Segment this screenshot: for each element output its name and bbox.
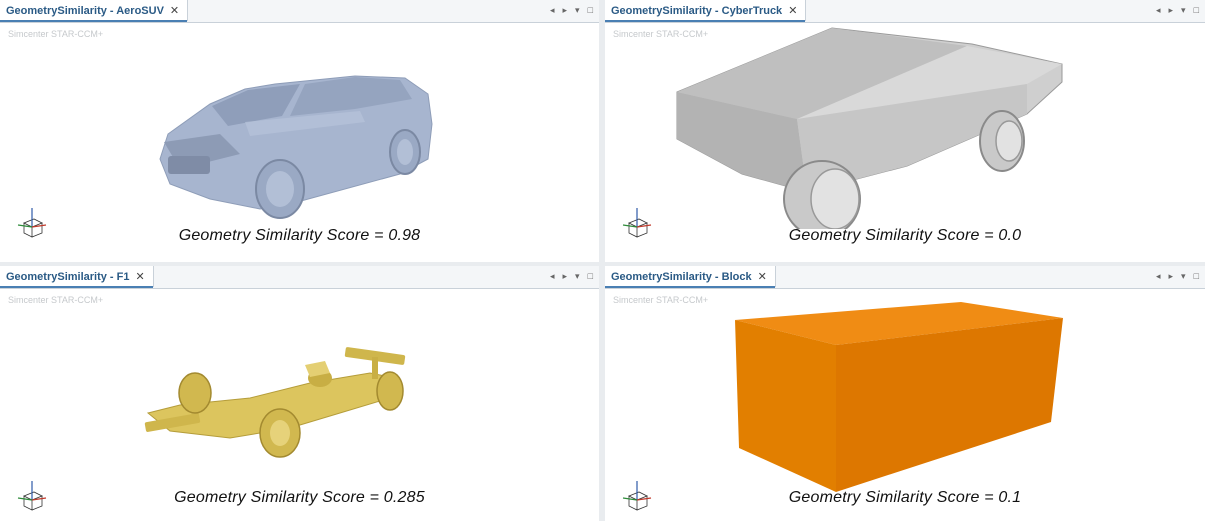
tab-block[interactable]: GeometrySimilarity - Block ✕	[605, 266, 776, 288]
similarity-score: Geometry Similarity Score = 0.0	[788, 227, 1022, 244]
brand-watermark: Simcenter STAR-CCM+	[8, 29, 104, 39]
block-model	[735, 302, 1063, 492]
next-arrow-icon[interactable]: ▸	[563, 3, 568, 17]
similarity-score: Geometry Similarity Score = 0.1	[788, 489, 1022, 506]
prev-arrow-icon[interactable]: ◂	[550, 269, 555, 283]
maximize-icon[interactable]: □	[1194, 269, 1199, 283]
similarity-score: Geometry Similarity Score = 0.98	[178, 227, 421, 244]
prev-arrow-icon[interactable]: ◂	[1156, 269, 1161, 283]
graphics-view[interactable]: Simcenter STAR-CCM+ Geometry Similarity …	[0, 288, 599, 521]
tab-cybertruck[interactable]: GeometrySimilarity - CyberTruck ✕	[605, 0, 807, 22]
tab-bar: GeometrySimilarity - Block ✕ ◂ ▸ ▾ □	[605, 266, 1205, 289]
pane-cybertruck: GeometrySimilarity - CyberTruck ✕ ◂ ▸ ▾ …	[605, 0, 1205, 262]
prev-arrow-icon[interactable]: ◂	[1156, 3, 1161, 17]
chevron-down-icon[interactable]: ▾	[1181, 3, 1186, 17]
chevron-down-icon[interactable]: ▾	[575, 3, 580, 17]
tab-label: GeometrySimilarity - CyberTruck	[611, 4, 783, 17]
tab-aerosuv[interactable]: GeometrySimilarity - AeroSUV ✕	[0, 0, 189, 22]
maximize-icon[interactable]: □	[588, 269, 593, 283]
graphics-view[interactable]: Simcenter STAR-CCM+ Geometry Similarity …	[605, 288, 1205, 521]
tab-f1[interactable]: GeometrySimilarity - F1 ✕	[0, 266, 154, 288]
brand-watermark: Simcenter STAR-CCM+	[613, 295, 709, 305]
view-controls: ◂ ▸ ▾ □	[1156, 269, 1199, 283]
close-icon[interactable]: ✕	[136, 270, 145, 283]
pane-aerosuv: GeometrySimilarity - AeroSUV ✕ ◂ ▸ ▾ □ S…	[0, 0, 599, 262]
pane-block: GeometrySimilarity - Block ✕ ◂ ▸ ▾ □ Sim…	[605, 266, 1205, 521]
brand-watermark: Simcenter STAR-CCM+	[8, 295, 104, 305]
tab-label: GeometrySimilarity - Block	[611, 270, 752, 283]
close-icon[interactable]: ✕	[758, 270, 767, 283]
view-controls: ◂ ▸ ▾ □	[550, 269, 593, 283]
cybertruck-model	[676, 27, 1063, 229]
tab-bar: GeometrySimilarity - CyberTruck ✕ ◂ ▸ ▾ …	[605, 0, 1205, 23]
next-arrow-icon[interactable]: ▸	[1169, 3, 1174, 17]
close-icon[interactable]: ✕	[788, 4, 797, 17]
close-icon[interactable]: ✕	[170, 4, 179, 17]
graphics-view[interactable]: Simcenter STAR-CCM+ Geometry Similarity …	[605, 22, 1205, 262]
view-controls: ◂ ▸ ▾ □	[1156, 3, 1199, 17]
suv-model	[159, 75, 433, 219]
next-arrow-icon[interactable]: ▸	[563, 269, 568, 283]
chevron-down-icon[interactable]: ▾	[575, 269, 580, 283]
tab-bar: GeometrySimilarity - AeroSUV ✕ ◂ ▸ ▾ □	[0, 0, 599, 23]
maximize-icon[interactable]: □	[1194, 3, 1199, 17]
view-controls: ◂ ▸ ▾ □	[550, 3, 593, 17]
maximize-icon[interactable]: □	[588, 3, 593, 17]
prev-arrow-icon[interactable]: ◂	[550, 3, 555, 17]
chevron-down-icon[interactable]: ▾	[1181, 269, 1186, 283]
f1-car-model	[144, 347, 406, 458]
graphics-view[interactable]: Simcenter STAR-CCM+ Geometry Similarity …	[0, 22, 599, 262]
tab-bar: GeometrySimilarity - F1 ✕ ◂ ▸ ▾ □	[0, 266, 599, 289]
similarity-score: Geometry Similarity Score = 0.285	[174, 489, 425, 506]
pane-f1: GeometrySimilarity - F1 ✕ ◂ ▸ ▾ □ Simcen…	[0, 266, 599, 521]
tab-label: GeometrySimilarity - AeroSUV	[6, 4, 164, 17]
tab-label: GeometrySimilarity - F1	[6, 270, 130, 283]
next-arrow-icon[interactable]: ▸	[1169, 269, 1174, 283]
